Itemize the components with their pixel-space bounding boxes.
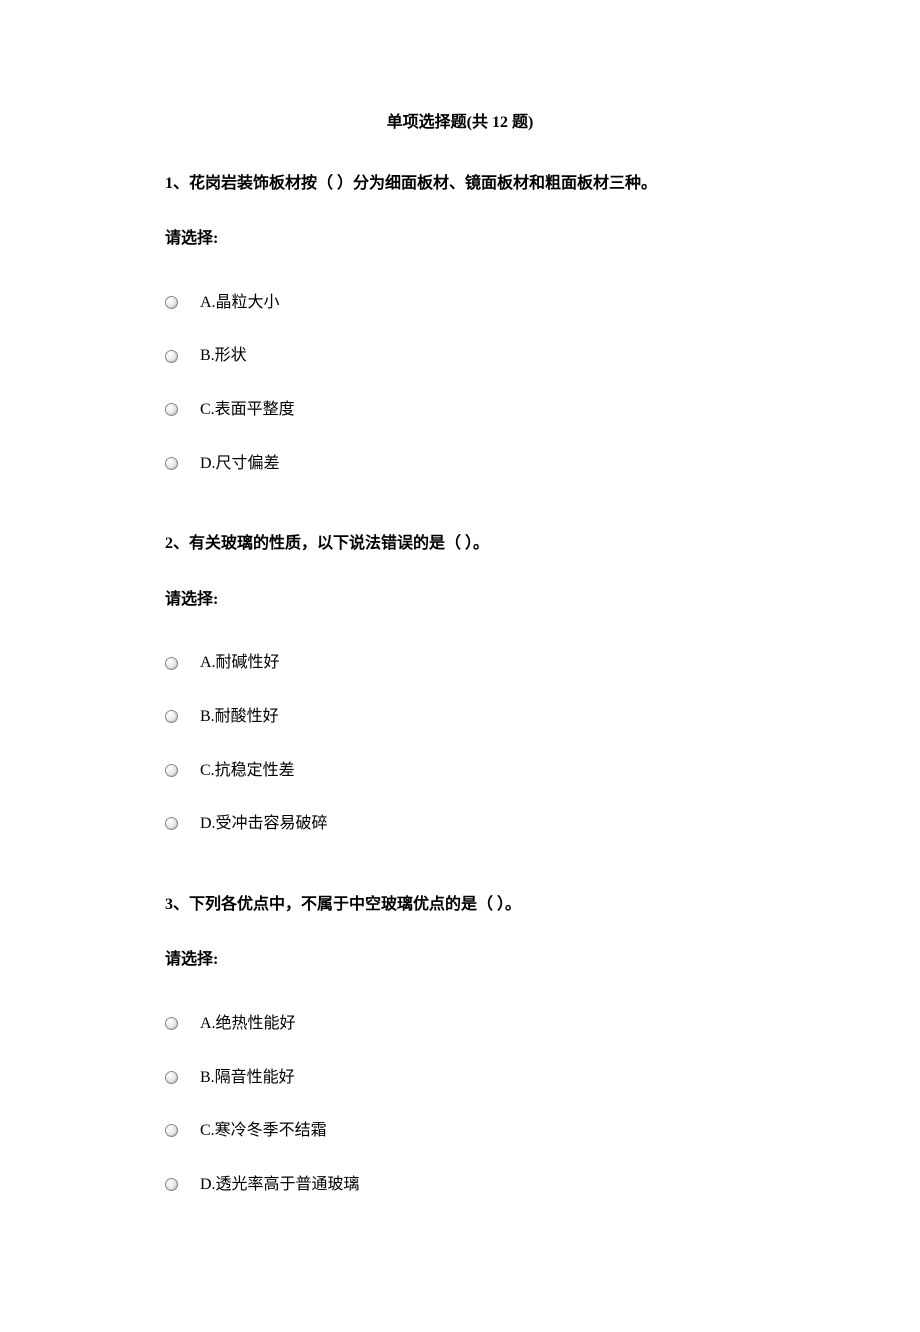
radio-icon[interactable] xyxy=(165,764,178,777)
option-label: D.受冲击容易破碎 xyxy=(200,811,328,837)
please-select-2: 请选择: xyxy=(165,587,755,613)
question-block-2: 2、有关玻璃的性质，以下说法错误的是（ ）。 请选择: A.耐碱性好 B.耐酸性… xyxy=(165,531,755,837)
question-block-1: 1、花岗岩装饰板材按（ ）分为细面板材、镜面板材和粗面板材三种。 请选择: A.… xyxy=(165,171,755,477)
option-label: B.耐酸性好 xyxy=(200,704,279,730)
radio-icon[interactable] xyxy=(165,1124,178,1137)
option-label: C.表面平整度 xyxy=(200,397,295,423)
option-label: D.透光率高于普通玻璃 xyxy=(200,1172,360,1198)
radio-icon[interactable] xyxy=(165,817,178,830)
radio-icon[interactable] xyxy=(165,1017,178,1030)
option-row[interactable]: C.寒冷冬季不结霜 xyxy=(165,1118,755,1144)
options-group-3: A.绝热性能好 B.隔音性能好 C.寒冷冬季不结霜 D.透光率高于普通玻璃 xyxy=(165,1011,755,1197)
option-row[interactable]: A.绝热性能好 xyxy=(165,1011,755,1037)
question-stem-3: 3、下列各优点中，不属于中空玻璃优点的是（ ）。 xyxy=(165,892,755,918)
option-label: B.形状 xyxy=(200,343,247,369)
option-row[interactable]: D.尺寸偏差 xyxy=(165,451,755,477)
option-label: A.晶粒大小 xyxy=(200,290,280,316)
question-stem-1: 1、花岗岩装饰板材按（ ）分为细面板材、镜面板材和粗面板材三种。 xyxy=(165,171,755,197)
radio-icon[interactable] xyxy=(165,350,178,363)
radio-icon[interactable] xyxy=(165,1178,178,1191)
option-label: C.寒冷冬季不结霜 xyxy=(200,1118,327,1144)
radio-icon[interactable] xyxy=(165,710,178,723)
option-row[interactable]: D.受冲击容易破碎 xyxy=(165,811,755,837)
option-row[interactable]: D.透光率高于普通玻璃 xyxy=(165,1172,755,1198)
radio-icon[interactable] xyxy=(165,403,178,416)
please-select-1: 请选择: xyxy=(165,226,755,252)
question-stem-2: 2、有关玻璃的性质，以下说法错误的是（ ）。 xyxy=(165,531,755,557)
radio-icon[interactable] xyxy=(165,296,178,309)
option-label: A.绝热性能好 xyxy=(200,1011,296,1037)
option-row[interactable]: A.耐碱性好 xyxy=(165,650,755,676)
options-group-2: A.耐碱性好 B.耐酸性好 C.抗稳定性差 D.受冲击容易破碎 xyxy=(165,650,755,836)
radio-icon[interactable] xyxy=(165,457,178,470)
question-block-3: 3、下列各优点中，不属于中空玻璃优点的是（ ）。 请选择: A.绝热性能好 B.… xyxy=(165,892,755,1198)
option-row[interactable]: B.耐酸性好 xyxy=(165,704,755,730)
radio-icon[interactable] xyxy=(165,1071,178,1084)
please-select-3: 请选择: xyxy=(165,947,755,973)
option-row[interactable]: B.形状 xyxy=(165,343,755,369)
option-row[interactable]: C.表面平整度 xyxy=(165,397,755,423)
quiz-title: 单项选择题(共 12 题) xyxy=(165,110,755,136)
option-label: D.尺寸偏差 xyxy=(200,451,280,477)
option-row[interactable]: C.抗稳定性差 xyxy=(165,758,755,784)
option-label: C.抗稳定性差 xyxy=(200,758,295,784)
option-label: A.耐碱性好 xyxy=(200,650,280,676)
option-row[interactable]: B.隔音性能好 xyxy=(165,1065,755,1091)
option-label: B.隔音性能好 xyxy=(200,1065,295,1091)
radio-icon[interactable] xyxy=(165,657,178,670)
options-group-1: A.晶粒大小 B.形状 C.表面平整度 D.尺寸偏差 xyxy=(165,290,755,476)
option-row[interactable]: A.晶粒大小 xyxy=(165,290,755,316)
